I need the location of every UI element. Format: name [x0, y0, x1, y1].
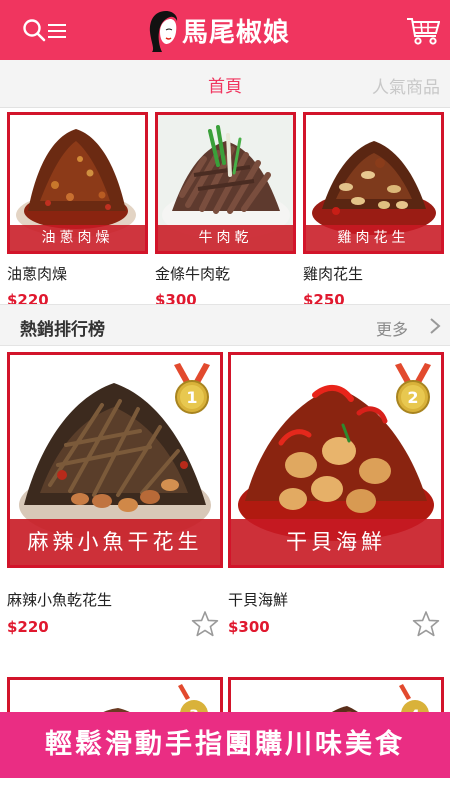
product-tag: 干貝海鮮 — [231, 519, 441, 565]
rank-number: 2 — [407, 388, 418, 407]
star-favorite-icon[interactable] — [412, 610, 440, 638]
rank-number: 1 — [186, 388, 197, 407]
product-image[interactable]: 1 麻辣小魚干花生 — [7, 352, 223, 568]
chevron-right-icon[interactable] — [428, 317, 442, 335]
tab-popular[interactable]: 人氣商品 — [372, 73, 440, 98]
bestseller-header: 熱銷排行榜 更多 — [0, 304, 450, 346]
featured-products: 油蔥肉燥 油蔥肉燥 $220 牛肉乾 金條牛肉乾 $300 雞肉花生 雞肉花生 … — [0, 108, 450, 309]
rank-medal-icon: 2 — [395, 363, 431, 414]
section-title: 熱銷排行榜 — [20, 320, 105, 340]
bestseller-card[interactable]: 2 干貝海鮮 干貝海鮮 $300 — [228, 352, 444, 637]
bottom-spacer — [0, 778, 450, 800]
product-tag: 麻辣小魚干花生 — [10, 519, 220, 565]
brand-logo[interactable]: 馬尾椒娘 — [146, 6, 306, 54]
product-tag: 雞肉花生 — [306, 225, 441, 251]
promo-banner: 輕鬆滑動手指團購川味美食 — [0, 712, 450, 778]
cart-icon[interactable] — [406, 16, 440, 46]
product-name[interactable]: 金條牛肉乾 — [155, 263, 296, 284]
product-name[interactable]: 麻辣小魚乾花生 — [7, 589, 223, 610]
search-menu-icon[interactable] — [22, 18, 68, 44]
rank-medal-icon: 1 — [174, 363, 210, 414]
product-card[interactable]: 油蔥肉燥 油蔥肉燥 $220 — [7, 112, 148, 309]
product-image[interactable]: 2 干貝海鮮 — [228, 352, 444, 568]
product-price: $220 — [7, 618, 49, 636]
product-image[interactable]: 牛肉乾 — [155, 112, 296, 254]
product-name[interactable]: 油蔥肉燥 — [7, 263, 148, 284]
brand-name: 馬尾椒娘 — [182, 17, 291, 48]
star-favorite-icon[interactable] — [191, 610, 219, 638]
bestseller-card[interactable]: 1 麻辣小魚干花生 麻辣小魚乾花生 $220 — [7, 352, 223, 637]
product-card[interactable]: 牛肉乾 金條牛肉乾 $300 — [155, 112, 296, 309]
product-tag: 牛肉乾 — [158, 225, 293, 251]
product-image[interactable]: 油蔥肉燥 — [7, 112, 148, 254]
app-header: 馬尾椒娘 — [0, 0, 450, 60]
category-tabs: 首頁 人氣商品 — [0, 60, 450, 108]
product-price: $300 — [228, 618, 270, 636]
product-card[interactable]: 雞肉花生 雞肉花生 $250 — [303, 112, 444, 309]
product-tag: 油蔥肉燥 — [10, 225, 145, 251]
product-image[interactable]: 雞肉花生 — [303, 112, 444, 254]
more-link[interactable]: 更多 — [376, 316, 408, 340]
logo-face-icon — [149, 11, 178, 52]
product-name[interactable]: 干貝海鮮 — [228, 589, 444, 610]
product-name[interactable]: 雞肉花生 — [303, 263, 444, 284]
